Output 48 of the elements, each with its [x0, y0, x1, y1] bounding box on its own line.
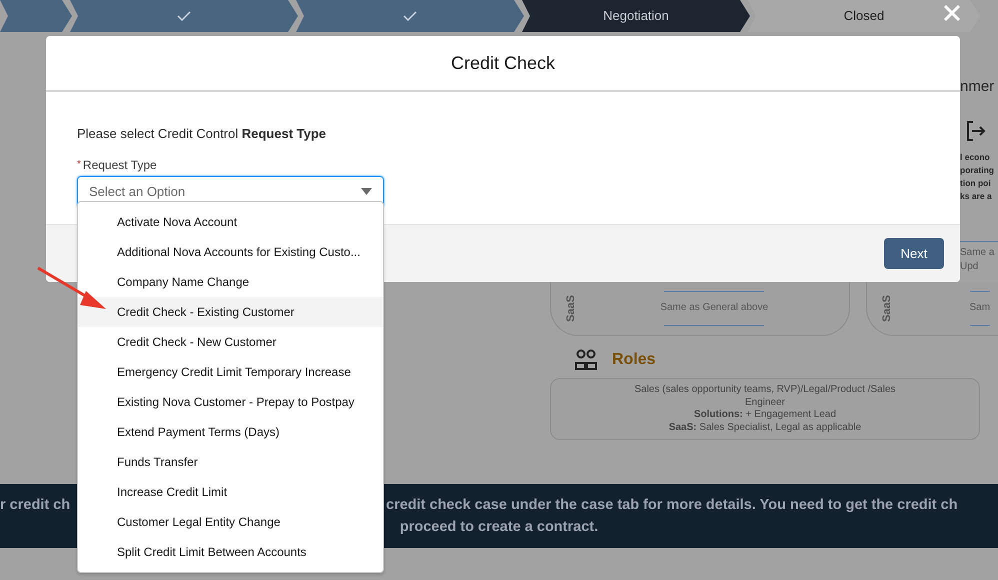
- step-label: Closed: [844, 7, 884, 26]
- path-step[interactable]: Negotiation: [522, 0, 750, 32]
- arrow-icon: [36, 265, 108, 311]
- text-fragment: Same a: [960, 246, 996, 260]
- banner-text: credit check case under the case tab for more details. You need to get the credit ch: [386, 496, 958, 515]
- next-button[interactable]: Next: [884, 238, 944, 269]
- heading-fragment: nmer: [960, 77, 996, 97]
- dropdown-option[interactable]: Credit Check - Existing Customer: [78, 297, 383, 327]
- dropdown-option[interactable]: Increase Credit Limit: [78, 477, 383, 507]
- prompt-text: Please select Credit Control Request Type: [77, 125, 328, 143]
- close-icon[interactable]: [943, 4, 961, 22]
- section-title: Roles: [612, 350, 656, 370]
- field-label: Request Type: [82, 156, 157, 174]
- text-fragment: Upd: [960, 260, 980, 274]
- select-placeholder: Select an Option: [89, 182, 186, 201]
- card-text: Same as General above: [660, 301, 768, 315]
- card-tag: SaaS: [563, 295, 580, 322]
- text-fragment: tion poi: [960, 176, 992, 190]
- caret-icon: [361, 188, 372, 195]
- text-fragment: porating: [960, 164, 995, 176]
- path-step[interactable]: [70, 0, 298, 32]
- dropdown-option[interactable]: Customer Legal Entity Change: [78, 507, 383, 537]
- dropdown-option[interactable]: Activate Nova Account: [78, 207, 383, 237]
- text-fragment: l econo: [960, 150, 991, 164]
- path-step[interactable]: [0, 0, 72, 32]
- roles-text: Solutions: + Engagement Lead: [694, 409, 836, 422]
- modal-title: Credit Check: [450, 52, 556, 74]
- dropdown-option[interactable]: Emergency Credit Limit Temporary Increase: [78, 357, 383, 387]
- roles-text: SaaS: Sales Specialist, Legal as applicable: [668, 422, 862, 434]
- people-icon: [574, 349, 598, 371]
- banner-text: proceed to create a contract.: [400, 518, 598, 537]
- card-text: Sam: [970, 301, 990, 315]
- roles-text: Sales (sales opportunity teams, RVP)/Legal/Product /Sales: [634, 384, 896, 396]
- dropdown-option[interactable]: Funds Transfer: [78, 447, 383, 477]
- roles-text: Engineer: [744, 396, 786, 409]
- path-step[interactable]: [296, 0, 524, 32]
- text-fragment: ks are a: [960, 190, 993, 202]
- dropdown-option[interactable]: Credit Check - New Customer: [78, 327, 383, 357]
- step-label: Negotiation: [603, 7, 669, 26]
- banner-text: r credit ch: [0, 496, 72, 515]
- dropdown-option[interactable]: Split Credit Limit Between Accounts: [78, 537, 383, 567]
- card-tag: SaaS: [879, 295, 896, 322]
- dropdown-option[interactable]: Company Name Change: [78, 267, 383, 297]
- dropdown-option[interactable]: Additional Nova Accounts for Existing Custo...: [78, 237, 383, 267]
- required-mark: *: [77, 158, 81, 172]
- dropdown-option[interactable]: Existing Nova Customer - Prepay to Postpay: [78, 387, 383, 417]
- dropdown-option[interactable]: Extend Payment Terms (Days): [78, 417, 383, 447]
- path-step[interactable]: Closed: [748, 0, 980, 32]
